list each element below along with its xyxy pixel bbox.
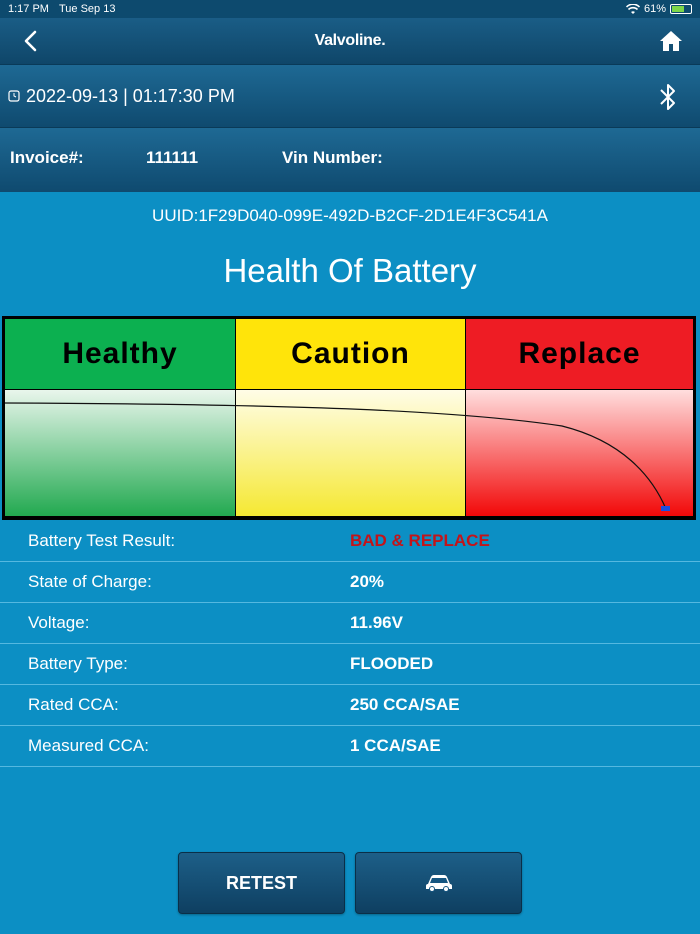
status-time: 1:17 PM: [8, 3, 49, 15]
result-value: 250 CCA/SAE: [350, 695, 460, 714]
battery-percent: 61%: [643, 3, 666, 15]
result-label: Battery Type:: [28, 654, 128, 673]
vin-label: Vin Number:: [282, 148, 383, 167]
health-curve-layer: [4, 402, 670, 511]
invoice-value: 111111: [146, 148, 199, 167]
device-uuid: UUID:1F29D040-099E-492D-B2CF-2D1E4F3C541…: [152, 206, 548, 225]
status-right: 61%: [625, 3, 692, 15]
brand-logo: Valvoline.: [314, 32, 386, 49]
invoice-label: Invoice#:: [10, 148, 84, 167]
result-label: Battery Test Result:: [28, 531, 176, 550]
battery-health-chart: Healthy Caution Replace: [2, 316, 696, 520]
datetime-bar: 2022-09-13 | 01:17:30 PM: [0, 64, 700, 128]
result-row-battery-type: Battery Type: FLOODED: [0, 644, 700, 685]
vehicle-button[interactable]: [355, 852, 522, 914]
wifi-icon: [625, 3, 640, 14]
result-row-state-of-charge: State of Charge: 20%: [0, 562, 700, 603]
home-icon[interactable]: [658, 28, 684, 54]
result-value: 20%: [350, 572, 385, 591]
health-marker: [661, 506, 670, 511]
car-icon: [425, 875, 452, 892]
result-row-voltage: Voltage: 11.96V: [0, 603, 700, 644]
invoice-bar: Invoice#: 111111 Vin Number:: [0, 128, 700, 192]
battery-status-icon: [670, 4, 692, 14]
bluetooth-icon[interactable]: [656, 81, 680, 113]
result-label: Measured CCA:: [28, 736, 149, 755]
status-bar: 1:17 PM Tue Sep 13 61%: [0, 0, 700, 18]
result-label: Voltage:: [28, 613, 90, 632]
status-date: Tue Sep 13: [58, 3, 116, 15]
result-label: Rated CCA:: [28, 695, 119, 714]
result-row-rated-cca: Rated CCA: 250 CCA/SAE: [0, 685, 700, 726]
result-value: 11.96V: [350, 613, 403, 632]
page-title: Health Of Battery: [223, 252, 477, 289]
test-datetime: 2022-09-13 | 01:17:30 PM: [26, 85, 235, 106]
result-value: BAD & REPLACE: [350, 531, 490, 550]
result-value: FLOODED: [350, 654, 434, 673]
result-value: 1 CCA/SAE: [350, 736, 441, 755]
result-label: State of Charge:: [28, 572, 152, 591]
nav-bar: Valvoline.: [0, 18, 700, 64]
health-curve: [4, 402, 667, 510]
result-row-test-result: Battery Test Result: BAD & REPLACE: [0, 521, 700, 562]
results-list: Battery Test Result: BAD & REPLACE State…: [0, 521, 700, 767]
result-row-measured-cca: Measured CCA: 1 CCA/SAE: [0, 726, 700, 767]
clock-icon: [8, 90, 20, 102]
back-icon[interactable]: [18, 26, 44, 56]
retest-button[interactable]: RETEST: [178, 852, 345, 914]
